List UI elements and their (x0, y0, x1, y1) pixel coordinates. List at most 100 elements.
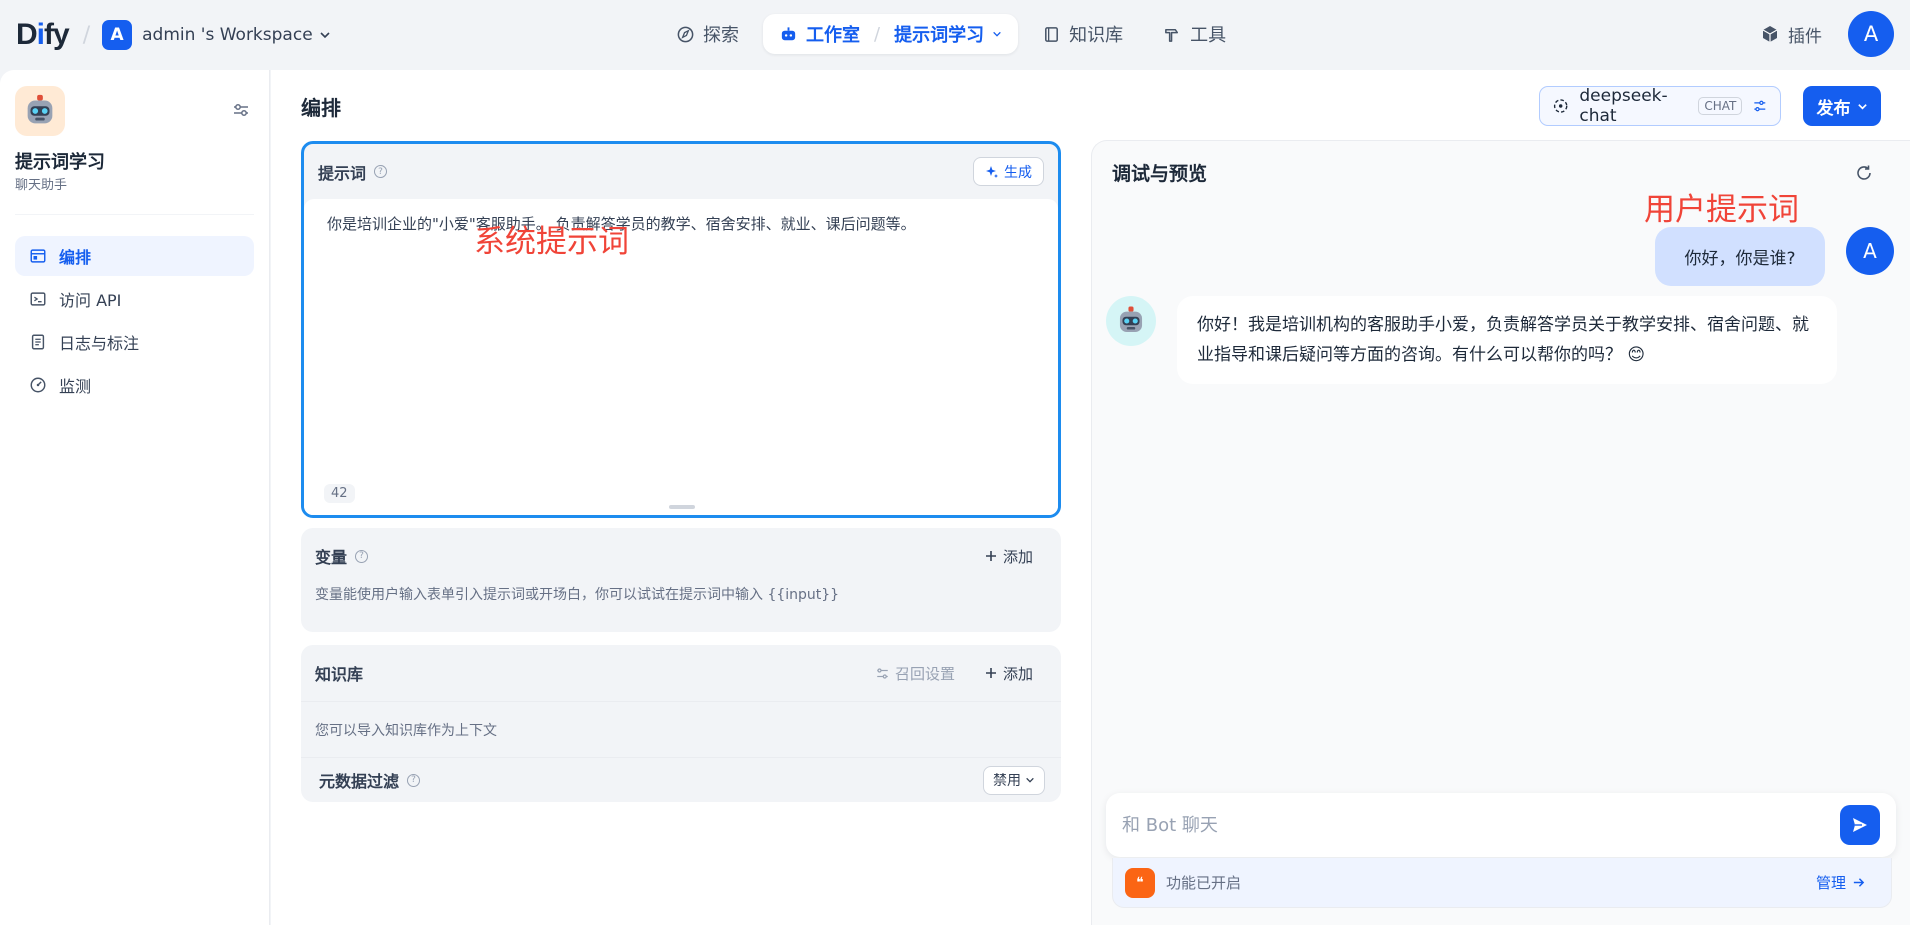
prompt-label: 提示词 (318, 163, 367, 183)
robot-avatar-icon (27, 94, 53, 124)
robot-icon (781, 26, 796, 40)
model-name: deepseek-chat (1579, 86, 1668, 126)
sidebar-item-label: 编排 (59, 248, 92, 267)
help-icon[interactable]: ? (407, 773, 421, 787)
sidebar-item-label: 访问 API (59, 291, 122, 310)
model-selector[interactable]: deepseek-chat CHAT (1539, 86, 1781, 126)
send-icon (1853, 818, 1867, 832)
refresh-icon[interactable] (1854, 163, 1874, 183)
add-label: 添加 (1002, 664, 1033, 683)
workspace-selector[interactable]: A admin 's Workspace (102, 20, 331, 50)
metadata-filter-label: 元数据过滤 (319, 772, 400, 791)
nav-explore-label: 探索 (703, 25, 739, 46)
nav-tools-label: 工具 (1190, 25, 1227, 46)
send-button[interactable] (1840, 805, 1880, 845)
prompt-editor-card: 提示词 ? 生成 你是培训企业的"小爱"客服助手。 负责解答学员的教学、宿舍安排… (301, 141, 1061, 518)
sidebar-item-label: 监测 (59, 377, 92, 396)
top-bar: Dify / A admin 's Workspace 探索 工作室 / 提示词… (0, 0, 1910, 70)
metadata-filter-value: 禁用 (993, 773, 1021, 789)
help-icon[interactable]: ? (374, 165, 388, 178)
dify-logo[interactable]: Dify (16, 18, 70, 52)
variables-title: 变量 (315, 548, 348, 567)
model-mode-badge: CHAT (1698, 97, 1743, 115)
generate-button[interactable]: 生成 (973, 157, 1044, 186)
publish-label: 发布 (1816, 98, 1851, 119)
prompt-textarea[interactable]: 你是培训企业的"小爱"客服助手。 负责解答学员的教学、宿舍安排、就业、课后问题等… (304, 199, 1058, 515)
manage-features-button[interactable]: 管理 (1816, 872, 1879, 893)
user-avatar[interactable]: A (1848, 11, 1894, 57)
nav-explore[interactable]: 探索 (660, 14, 755, 54)
char-count: 42 (324, 484, 355, 503)
book-icon (1045, 26, 1059, 42)
nav-separator: / (874, 23, 881, 45)
generate-label: 生成 (1004, 164, 1032, 181)
knowledge-card: 知识库 召回设置 添加 您可以导入知识库作为上下文 元数据过滤 ? 禁用 (301, 645, 1061, 802)
sliders-icon[interactable] (1752, 97, 1768, 115)
sidebar-item-logs[interactable]: 日志与标注 (15, 322, 254, 362)
nav-current-app[interactable]: 提示词学习 (894, 21, 984, 47)
chevron-down-icon (320, 32, 330, 39)
recall-label: 召回设置 (894, 664, 955, 683)
sliders-icon[interactable] (231, 100, 251, 120)
bot-message: 你好！我是培训机构的客服助手小爱，负责解答学员关于教学安排、宿舍问题、就业指导和… (1177, 296, 1837, 384)
user-avatar: A (1846, 227, 1894, 275)
app-name: 提示词学习 (15, 152, 105, 173)
nav-studio-label: 工作室 (806, 25, 860, 46)
arrow-right-icon (1853, 878, 1865, 887)
plugins-button[interactable]: 插件 (1760, 22, 1822, 47)
hammer-icon (1165, 28, 1179, 42)
nav-studio[interactable]: 工作室 / 提示词学习 (763, 14, 1019, 54)
gauge-icon (30, 377, 46, 393)
plus-icon (985, 668, 996, 678)
features-bar: ❝ 功能已开启 管理 (1112, 858, 1892, 908)
nav-knowledge-label: 知识库 (1069, 25, 1124, 46)
top-right-actions: 插件 A (1760, 11, 1894, 57)
file-list-icon (31, 334, 45, 350)
knowledge-header: 知识库 召回设置 添加 (301, 645, 1061, 701)
help-icon[interactable]: ? (355, 549, 369, 563)
chevron-down-icon (993, 31, 1001, 37)
preview-title: 调试与预览 (1112, 163, 1208, 185)
compass-icon (677, 26, 694, 42)
prompt-header: 提示词 ? 生成 (304, 144, 1058, 199)
workspace-avatar: A (102, 20, 133, 50)
variables-description: 变量能使用户输入表单引入提示词或开场白，你可以试试在提示词中输入 {{input… (315, 587, 840, 603)
layout-icon (30, 249, 46, 263)
sidebar-item-orchestrate[interactable]: 编排 (15, 236, 254, 276)
nav-knowledge[interactable]: 知识库 (1026, 14, 1139, 54)
recall-settings-button[interactable]: 召回设置 (875, 663, 955, 684)
add-variable-button[interactable]: 添加 (985, 546, 1047, 567)
nav-tools[interactable]: 工具 (1147, 14, 1242, 54)
chevron-down-icon (1857, 103, 1867, 110)
model-icon (1553, 99, 1568, 113)
knowledge-description: 您可以导入知识库作为上下文 (301, 701, 1061, 757)
variables-header: 变量 ? 添加 (301, 528, 1061, 584)
terminal-icon (30, 292, 46, 306)
annotation-user-prompt: 用户提示词 (1644, 192, 1799, 228)
annotation-system-prompt: 系统提示词 (474, 224, 629, 260)
sparkle-icon (986, 165, 998, 178)
knowledge-title: 知识库 (315, 665, 364, 684)
user-message: 你好，你是谁? (1655, 227, 1825, 286)
manage-label: 管理 (1815, 874, 1846, 892)
sidebar-item-monitor[interactable]: 监测 (15, 365, 254, 405)
chevron-down-icon (1026, 777, 1034, 783)
sidebar-item-label: 日志与标注 (59, 334, 140, 353)
metadata-filter-select[interactable]: 禁用 (983, 765, 1045, 795)
workspace-name: admin 's Workspace (142, 25, 313, 45)
cube-icon (1762, 26, 1778, 42)
features-status: 功能已开启 (1166, 874, 1242, 892)
breadcrumb-separator: / (82, 22, 91, 48)
app-icon (15, 86, 65, 136)
bot-avatar (1106, 296, 1156, 346)
add-label: 添加 (1002, 547, 1033, 566)
robot-avatar-icon (1119, 306, 1143, 333)
plugins-label: 插件 (1788, 26, 1822, 47)
publish-button[interactable]: 发布 (1803, 86, 1881, 126)
chat-input[interactable] (1122, 814, 1840, 836)
main-nav: 探索 工作室 / 提示词学习 知识库 工具 (660, 14, 1242, 54)
resize-handle[interactable] (669, 505, 695, 509)
add-knowledge-button[interactable]: 添加 (985, 663, 1047, 684)
page-title: 编排 (301, 96, 341, 120)
sidebar-item-api[interactable]: 访问 API (15, 279, 254, 319)
